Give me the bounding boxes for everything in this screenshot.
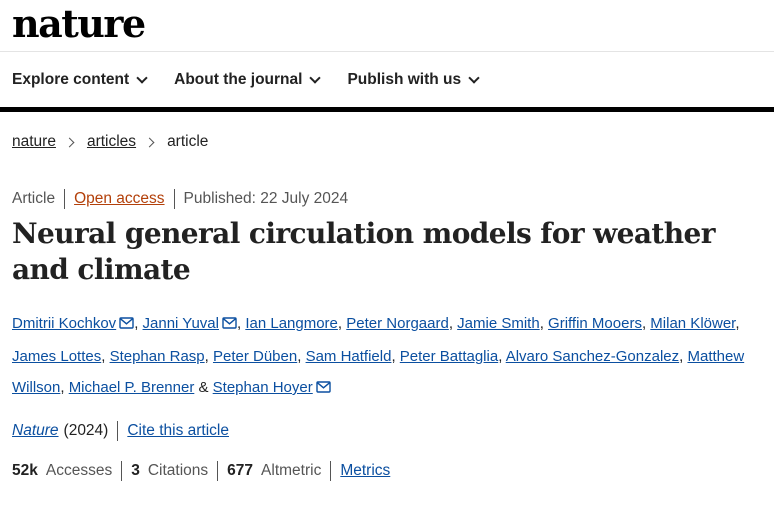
divider xyxy=(121,461,123,481)
author-link[interactable]: Peter Düben xyxy=(213,348,297,365)
altmetric-label: Altmetric xyxy=(261,462,322,479)
author-separator: , xyxy=(297,347,302,365)
article-meta: Article Open access Published: 22 July 2… xyxy=(12,189,348,209)
nav-label: Explore content xyxy=(12,70,130,88)
accesses-count: 52k xyxy=(12,462,38,479)
author-link[interactable]: Griffin Mooers xyxy=(548,315,642,332)
author-separator: , xyxy=(60,379,65,396)
author-separator: , xyxy=(679,347,684,365)
citations-label: Citations xyxy=(147,462,209,479)
author-separator: , xyxy=(134,315,139,332)
nav-publish[interactable]: Publish with us xyxy=(347,70,480,89)
author-separator: , xyxy=(735,315,740,332)
citations-count: 3 xyxy=(131,462,140,479)
author-link[interactable]: Sam Hatfield xyxy=(306,348,392,365)
open-access-link[interactable]: Open access xyxy=(74,190,164,208)
divider xyxy=(173,189,175,209)
author-link[interactable]: James Lottes xyxy=(12,348,101,365)
mail-icon[interactable] xyxy=(222,309,237,341)
breadcrumb-articles[interactable]: articles xyxy=(87,133,136,151)
journal-citation: Nature (2024) Cite this article xyxy=(12,421,229,441)
cite-article-link[interactable]: Cite this article xyxy=(127,422,229,440)
divider xyxy=(330,461,332,481)
author-separator: , xyxy=(337,315,343,332)
site-header: nature xyxy=(0,0,774,52)
author-link[interactable]: Stephan Hoyer xyxy=(213,379,313,396)
author-separator: , xyxy=(391,347,396,365)
chevron-right-icon xyxy=(144,137,155,147)
author-link[interactable]: Janni Yuval xyxy=(143,315,219,332)
divider xyxy=(117,421,119,441)
published-date: Published: 22 July 2024 xyxy=(183,190,349,207)
author-separator: , xyxy=(236,315,242,332)
author-separator: , xyxy=(204,347,209,365)
article-title: Neural general circulation models for we… xyxy=(12,217,715,286)
breadcrumb: nature articles article xyxy=(12,133,208,151)
nav-label: Publish with us xyxy=(347,70,462,88)
author-link[interactable]: Peter Battaglia xyxy=(400,348,498,365)
accesses-label: Accesses xyxy=(45,462,113,479)
author-separator: , xyxy=(101,347,106,365)
main-nav: Explore content About the journal Publis… xyxy=(0,52,774,112)
chevron-down-icon xyxy=(468,71,480,84)
divider xyxy=(64,189,66,209)
author-separator: , xyxy=(498,347,503,365)
article-metrics: 52k Accesses 3 Citations 677 Altmetric M… xyxy=(12,461,390,481)
author-link[interactable]: Ian Langmore xyxy=(245,315,338,332)
metrics-link[interactable]: Metrics xyxy=(340,462,390,480)
chevron-down-icon xyxy=(309,71,322,84)
chevron-right-icon xyxy=(64,137,75,147)
nav-label: About the journal xyxy=(174,70,303,88)
breadcrumb-nature[interactable]: nature xyxy=(12,133,56,151)
author-link[interactable]: Stephan Rasp xyxy=(110,348,205,365)
nature-logo[interactable]: nature xyxy=(12,0,146,48)
author-link[interactable]: Alvaro Sanchez-Gonzalez xyxy=(506,348,679,365)
author-link[interactable]: Milan Klöwer xyxy=(650,315,735,332)
author-link[interactable]: Michael P. Brenner xyxy=(69,379,195,396)
nav-explore-content[interactable]: Explore content xyxy=(12,70,148,89)
author-link[interactable]: Peter Norgaard xyxy=(346,315,449,332)
article-type: Article xyxy=(12,190,56,207)
author-list: Dmitrii Kochkov, Janni Yuval, Ian Langmo… xyxy=(12,308,752,405)
author-link[interactable]: Dmitrii Kochkov xyxy=(12,315,116,332)
author-separator: , xyxy=(448,315,453,332)
altmetric-score: 677 xyxy=(227,462,254,479)
mail-icon[interactable] xyxy=(119,309,134,341)
author-separator: , xyxy=(539,315,544,332)
author-link[interactable]: Jamie Smith xyxy=(457,315,540,332)
journal-name-link[interactable]: Nature xyxy=(12,422,59,440)
chevron-down-icon xyxy=(136,71,148,84)
divider xyxy=(217,461,219,481)
breadcrumb-current: article xyxy=(167,133,209,150)
mail-icon[interactable] xyxy=(316,373,331,405)
nav-about-journal[interactable]: About the journal xyxy=(174,70,322,89)
author-separator: , xyxy=(641,315,647,332)
journal-year: (2024) xyxy=(63,422,109,439)
author-separator: & xyxy=(194,379,209,396)
